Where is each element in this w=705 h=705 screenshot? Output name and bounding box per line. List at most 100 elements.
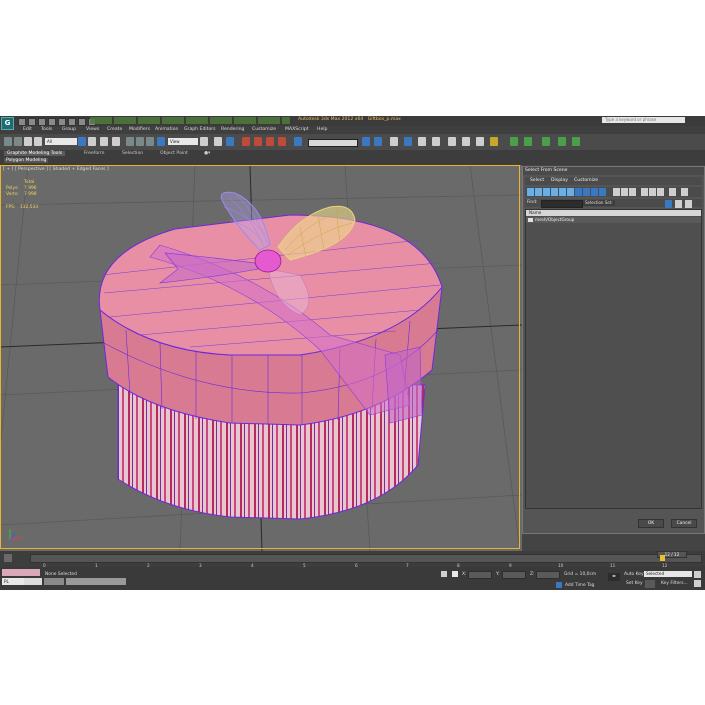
snapshot-icon[interactable]: [542, 137, 550, 146]
menu-customize[interactable]: Customize: [252, 127, 276, 132]
app-logo-icon[interactable]: G: [1, 117, 14, 130]
key-mode-select[interactable]: Selected: [644, 571, 692, 577]
lock-selection-icon[interactable]: [441, 571, 447, 577]
filter-containers-icon[interactable]: [599, 188, 606, 196]
schematic-view-icon[interactable]: [432, 137, 440, 146]
find-input[interactable]: [541, 200, 583, 208]
menu-create[interactable]: Create: [107, 127, 122, 132]
rotate-icon[interactable]: [136, 137, 144, 146]
render-production-icon[interactable]: [490, 137, 498, 146]
angle-snap-icon[interactable]: [254, 137, 262, 146]
new-file-icon[interactable]: [18, 118, 26, 126]
active-shade-icon[interactable]: [524, 137, 532, 146]
keyboard-shortcut-icon[interactable]: [226, 137, 234, 146]
x-coordinate-field[interactable]: [468, 571, 492, 579]
display-influences-icon[interactable]: [681, 188, 688, 196]
dialog-menu-customize[interactable]: Customize: [574, 178, 598, 183]
tab-graphite-modeling-tools[interactable]: Graphite Modeling Tools: [4, 151, 66, 156]
menu-graph-editors[interactable]: Graph Editors: [184, 127, 216, 132]
listener-input[interactable]: [24, 578, 42, 585]
list-item[interactable]: mesh/ObjectGroup: [526, 217, 701, 223]
render-setup-icon[interactable]: [462, 137, 470, 146]
workspace-tabs[interactable]: [90, 117, 290, 124]
key-icon[interactable]: ⚭: [608, 573, 620, 581]
menu-views[interactable]: Views: [86, 127, 99, 132]
column-chooser-icon[interactable]: [685, 200, 692, 208]
align-icon[interactable]: [374, 137, 382, 146]
curve-editor-icon[interactable]: [418, 137, 426, 146]
menu-tools[interactable]: Tools: [41, 127, 52, 132]
filter-shapes-icon[interactable]: [535, 188, 542, 196]
time-slider-handle[interactable]: [660, 555, 665, 561]
playback-icon[interactable]: [694, 571, 701, 578]
key-filters-button[interactable]: Key Filters...: [661, 581, 688, 586]
scale-icon[interactable]: [146, 137, 154, 146]
status-mini-panel[interactable]: [66, 578, 126, 585]
spinner-snap-icon[interactable]: [278, 137, 286, 146]
filter-geometry-icon[interactable]: [527, 188, 534, 196]
filter-groups-icon[interactable]: [575, 188, 582, 196]
tab-freeform[interactable]: Freeform: [84, 151, 104, 156]
display-children-icon[interactable]: [669, 188, 676, 196]
selection-filter-select[interactable]: All: [45, 138, 77, 145]
absolute-mode-icon[interactable]: [452, 571, 458, 577]
y-coordinate-field[interactable]: [502, 571, 526, 579]
select-none-icon[interactable]: [649, 188, 656, 196]
redo-icon[interactable]: [58, 118, 66, 126]
ok-button[interactable]: OK: [638, 519, 664, 528]
hierarchy-icon[interactable]: [558, 137, 566, 146]
reference-coord-select[interactable]: View: [168, 138, 198, 145]
cancel-button[interactable]: Cancel: [671, 519, 697, 528]
status-mini-panel[interactable]: [44, 578, 64, 585]
filter-none-icon[interactable]: [621, 188, 628, 196]
filter-xrefs-icon[interactable]: [583, 188, 590, 196]
reference-coord-icon[interactable]: [157, 137, 165, 146]
rendered-frame-icon[interactable]: [476, 137, 484, 146]
z-coordinate-field[interactable]: [536, 571, 560, 579]
percent-snap-icon[interactable]: [266, 137, 274, 146]
move-icon[interactable]: [126, 137, 134, 146]
snaps-toggle-icon[interactable]: [242, 137, 250, 146]
add-time-tag-button[interactable]: Add Time Tag: [565, 583, 594, 588]
undo-icon[interactable]: [4, 137, 12, 146]
viewport-label[interactable]: [ + ] [ Perspective ] [ Shaded + Edged F…: [3, 167, 109, 172]
auto-key-button[interactable]: Auto Key: [624, 572, 644, 577]
filter-bones-icon[interactable]: [591, 188, 598, 196]
time-tag-icon[interactable]: [556, 582, 562, 588]
name-column-header[interactable]: Name: [526, 210, 701, 216]
undo-icon[interactable]: [48, 118, 56, 126]
fetch-icon[interactable]: [78, 118, 86, 126]
scene-object-list[interactable]: Name mesh/ObjectGroup: [525, 209, 702, 509]
select-manipulate-icon[interactable]: [214, 137, 222, 146]
trackbar-toggle-icon[interactable]: [4, 554, 12, 562]
menu-rendering[interactable]: Rendering: [221, 127, 244, 132]
region-select-icon[interactable]: [100, 137, 108, 146]
link-icon[interactable]: [24, 137, 32, 146]
window-crossing-icon[interactable]: [112, 137, 120, 146]
named-selection-set-select[interactable]: [308, 139, 358, 147]
filter-helpers-icon[interactable]: [559, 188, 566, 196]
edit-named-selection-icon[interactable]: [294, 137, 302, 146]
ribbon-options-icon[interactable]: ●▾: [204, 151, 210, 156]
dialog-menu-select[interactable]: Select: [530, 178, 544, 183]
filter-cameras-icon[interactable]: [551, 188, 558, 196]
save-file-icon[interactable]: [38, 118, 46, 126]
menu-maxscript[interactable]: MAXScript: [285, 127, 309, 132]
redo-icon[interactable]: [14, 137, 22, 146]
menu-edit[interactable]: Edit: [23, 127, 32, 132]
menu-help[interactable]: Help: [317, 127, 327, 132]
menu-animation[interactable]: Animation: [155, 127, 178, 132]
menu-modifiers[interactable]: Modifiers: [129, 127, 150, 132]
selection-set-select[interactable]: Selection Set:: [583, 200, 615, 206]
graphite-toggle-icon[interactable]: [404, 137, 412, 146]
layer-manager-icon[interactable]: [390, 137, 398, 146]
select-invert-icon[interactable]: [657, 188, 664, 196]
set-key-icon[interactable]: [645, 580, 655, 588]
menu-group[interactable]: Group: [62, 127, 76, 132]
hold-icon[interactable]: [68, 118, 76, 126]
mirror-icon[interactable]: [362, 137, 370, 146]
search-input[interactable]: Type a keyword or phrase: [602, 117, 685, 123]
pivot-center-icon[interactable]: [200, 137, 208, 146]
maxscript-mini-listener[interactable]: [2, 569, 40, 576]
filter-spacewarps-icon[interactable]: [567, 188, 574, 196]
